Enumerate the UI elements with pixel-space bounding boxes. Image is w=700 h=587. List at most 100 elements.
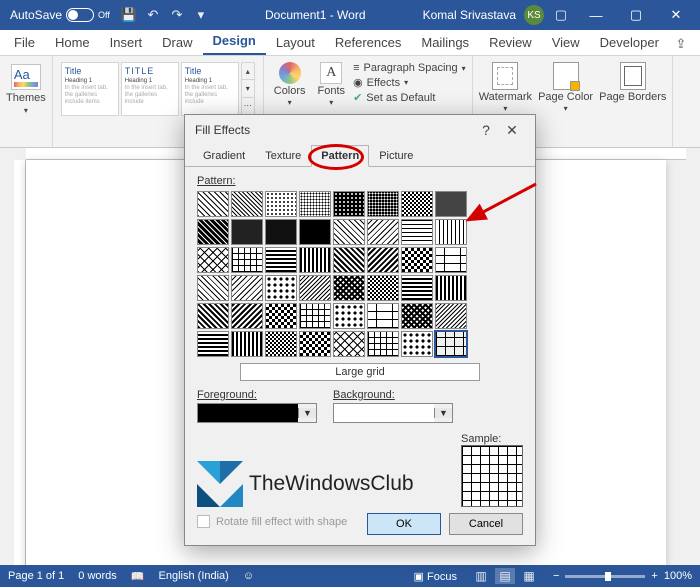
web-layout-icon[interactable]: ▦	[519, 568, 539, 584]
toggle-off-icon[interactable]	[66, 8, 94, 22]
share-icon[interactable]: ⇪	[669, 33, 693, 55]
focus-mode[interactable]: ▣ Focus	[414, 570, 457, 583]
effects-button[interactable]: ◉Effects▾	[353, 76, 466, 89]
ok-button[interactable]: OK	[367, 513, 441, 535]
user-avatar[interactable]: KS	[524, 5, 544, 25]
tab-gradient[interactable]: Gradient	[193, 145, 255, 167]
redo-icon[interactable]: ↷	[170, 8, 184, 22]
paragraph-spacing-button[interactable]: ≡Paragraph Spacing▾	[353, 62, 466, 74]
maximize-button[interactable]: ▢	[616, 0, 656, 30]
undo-icon[interactable]: ↶	[146, 8, 160, 22]
background-color-combo[interactable]: ▼	[333, 403, 453, 423]
tab-design[interactable]: Design	[203, 28, 266, 55]
language-indicator[interactable]: English (India)	[159, 570, 229, 582]
pattern-swatch[interactable]	[265, 331, 297, 357]
dialog-titlebar[interactable]: Fill Effects ? ✕	[185, 115, 535, 145]
pattern-swatch[interactable]	[435, 247, 467, 273]
zoom-slider[interactable]	[565, 575, 645, 578]
spellcheck-icon[interactable]: 📖	[131, 570, 145, 583]
ribbon-options-icon[interactable]: ▢	[554, 8, 568, 22]
tab-home[interactable]: Home	[45, 30, 100, 55]
tab-insert[interactable]: Insert	[100, 30, 153, 55]
pattern-swatch[interactable]	[435, 303, 467, 329]
pattern-swatch[interactable]	[367, 275, 399, 301]
word-count[interactable]: 0 words	[78, 570, 117, 582]
tab-layout[interactable]: Layout	[266, 30, 325, 55]
pattern-swatch[interactable]	[333, 191, 365, 217]
page-color-button[interactable]: Page Color▾	[538, 60, 593, 145]
pattern-swatch[interactable]	[197, 247, 229, 273]
pattern-swatch[interactable]	[435, 331, 467, 357]
page-borders-button[interactable]: Page Borders	[599, 60, 666, 145]
zoom-in-icon[interactable]: +	[651, 570, 657, 582]
pattern-swatch[interactable]	[435, 275, 467, 301]
tab-texture[interactable]: Texture	[255, 145, 311, 167]
pattern-swatch[interactable]	[197, 331, 229, 357]
print-layout-icon[interactable]: ▤	[495, 568, 515, 584]
tab-draw[interactable]: Draw	[152, 30, 202, 55]
themes-button[interactable]: Aa Themes ▾	[6, 60, 46, 115]
pattern-swatch[interactable]	[197, 275, 229, 301]
pattern-swatch[interactable]	[401, 191, 433, 217]
tab-references[interactable]: References	[325, 30, 411, 55]
pattern-swatch[interactable]	[367, 191, 399, 217]
tab-pattern[interactable]: Pattern	[311, 145, 369, 167]
pattern-swatch[interactable]	[401, 219, 433, 245]
foreground-color-combo[interactable]: ▼	[197, 403, 317, 423]
pattern-swatch[interactable]	[401, 303, 433, 329]
tab-developer[interactable]: Developer	[590, 30, 669, 55]
pattern-swatch[interactable]	[367, 219, 399, 245]
zoom-out-icon[interactable]: −	[553, 570, 559, 582]
pattern-swatch[interactable]	[231, 331, 263, 357]
accessibility-icon[interactable]: ☺	[243, 570, 254, 582]
pattern-swatch[interactable]	[265, 303, 297, 329]
qat-dropdown-icon[interactable]: ▾	[194, 8, 208, 22]
pattern-swatch[interactable]	[367, 247, 399, 273]
zoom-level[interactable]: 100%	[664, 570, 692, 582]
pattern-swatch[interactable]	[197, 191, 229, 217]
dialog-close-button[interactable]: ✕	[499, 117, 525, 143]
pattern-swatch[interactable]	[401, 275, 433, 301]
pattern-swatch[interactable]	[333, 275, 365, 301]
pattern-swatch[interactable]	[231, 191, 263, 217]
cancel-button[interactable]: Cancel	[449, 513, 523, 535]
pattern-swatch[interactable]	[231, 275, 263, 301]
style-preview[interactable]: TitleHeading 1In the insert tab, the gal…	[61, 62, 119, 116]
pattern-swatch[interactable]	[265, 247, 297, 273]
tab-file[interactable]: File	[4, 30, 45, 55]
pattern-swatch[interactable]	[299, 275, 331, 301]
tab-picture[interactable]: Picture	[369, 145, 423, 167]
pattern-swatch[interactable]	[265, 219, 297, 245]
pattern-swatch[interactable]	[333, 331, 365, 357]
pattern-swatch[interactable]	[265, 275, 297, 301]
gallery-scroll[interactable]: ▴▾⋯	[241, 62, 255, 116]
pattern-swatch[interactable]	[299, 247, 331, 273]
pattern-swatch[interactable]	[265, 191, 297, 217]
pattern-swatch[interactable]	[367, 331, 399, 357]
style-preview[interactable]: TitleHeading 1In the insert tab, the gal…	[181, 62, 239, 116]
pattern-swatch[interactable]	[333, 219, 365, 245]
minimize-button[interactable]: —	[576, 0, 616, 30]
pattern-swatch[interactable]	[333, 247, 365, 273]
close-button[interactable]: ✕	[656, 0, 696, 30]
pattern-swatch[interactable]	[231, 303, 263, 329]
autosave-toggle[interactable]: AutoSave Off	[10, 8, 110, 22]
pattern-swatch[interactable]	[197, 303, 229, 329]
style-preview[interactable]: TITLEHeading 1In the insert tab, the gal…	[121, 62, 179, 116]
pattern-swatch[interactable]	[197, 219, 229, 245]
tab-review[interactable]: Review	[479, 30, 542, 55]
read-mode-icon[interactable]: ▥	[471, 568, 491, 584]
save-icon[interactable]: 💾	[122, 8, 136, 22]
pattern-swatch[interactable]	[299, 331, 331, 357]
tab-mailings[interactable]: Mailings	[411, 30, 479, 55]
pattern-swatch[interactable]	[435, 191, 467, 217]
page-indicator[interactable]: Page 1 of 1	[8, 570, 64, 582]
set-default-button[interactable]: ✔Set as Default	[353, 91, 466, 104]
pattern-swatch[interactable]	[435, 219, 467, 245]
user-area[interactable]: Komal Srivastava KS	[423, 5, 544, 25]
dialog-help-button[interactable]: ?	[473, 117, 499, 143]
pattern-swatch[interactable]	[401, 331, 433, 357]
pattern-swatch[interactable]	[231, 247, 263, 273]
fonts-button[interactable]: AFonts▾	[314, 60, 350, 109]
pattern-swatch[interactable]	[299, 303, 331, 329]
